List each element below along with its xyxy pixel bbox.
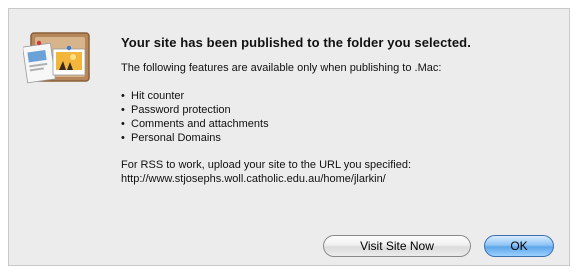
features-intro: The following features are available onl… [121, 62, 442, 74]
dialog-title: Your site has been published to the fold… [121, 35, 471, 50]
dialog-content: Your site has been published to the fold… [121, 35, 561, 186]
list-item: Hit counter [121, 89, 561, 103]
iweb-corkboard-icon [23, 32, 90, 84]
list-item: Password protection [121, 103, 561, 117]
list-item: Personal Domains [121, 131, 561, 145]
rss-note: For RSS to work, upload your site to the… [121, 158, 561, 186]
ok-button[interactable]: OK [484, 235, 554, 257]
features-list: Hit counter Password protection Comments… [121, 89, 561, 145]
rss-instruction: For RSS to work, upload your site to the… [121, 159, 412, 171]
list-item: Comments and attachments [121, 117, 561, 131]
site-url: http://www.stjosephs.woll.catholic.edu.a… [121, 173, 386, 185]
visit-site-now-button[interactable]: Visit Site Now [323, 235, 471, 257]
publish-dialog: Your site has been published to the fold… [8, 8, 570, 266]
